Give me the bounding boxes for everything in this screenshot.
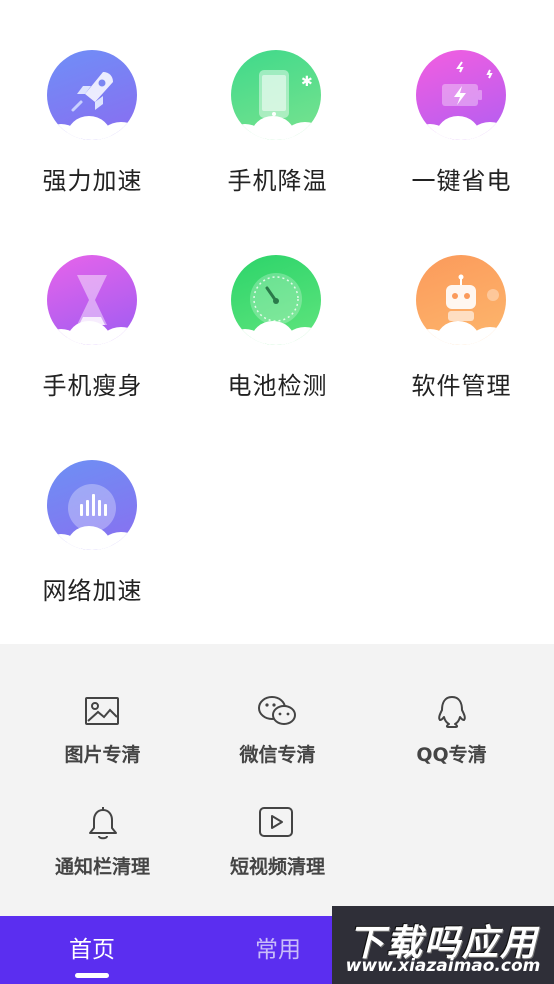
- special-clean-tools: 图片专清 微信专清 QQ专清 通知栏清理 短视频清理: [0, 644, 554, 916]
- watermark-logo: 下载吗应用 www.xiazaimao.com: [332, 906, 554, 984]
- feature-power-save[interactable]: 一键省电: [369, 0, 554, 205]
- feature-label: 软件管理: [411, 372, 512, 400]
- tool-label: QQ专清: [416, 744, 487, 766]
- tool-label: 通知栏清理: [54, 856, 150, 878]
- feature-label: 网络加速: [42, 577, 143, 605]
- hourglass-icon: [47, 255, 137, 345]
- watermark-url: www.xiazaimao.com: [345, 956, 541, 976]
- tool-image-clean[interactable]: 图片专清: [10, 644, 195, 766]
- tool-short-video-clean[interactable]: 短视频清理: [185, 756, 370, 878]
- robot-icon: [416, 255, 506, 345]
- feature-label: 手机降温: [227, 167, 328, 195]
- qq-icon: [438, 696, 466, 728]
- play-video-icon: [259, 807, 293, 837]
- active-tab-indicator: [75, 973, 109, 978]
- tool-label: 短视频清理: [229, 856, 325, 878]
- feature-label: 电池检测: [227, 372, 328, 400]
- tool-wechat-clean[interactable]: 微信专清: [185, 644, 370, 766]
- feature-grid: 强力加速 ✱ 手机降温 一键省电 手机瘦身 电池检测 软件管理 网络加速: [0, 0, 554, 644]
- rocket-icon: [47, 50, 137, 140]
- feature-battery-check[interactable]: 电池检测: [185, 205, 370, 410]
- image-icon: [85, 697, 119, 725]
- signal-bars-icon: [47, 460, 137, 550]
- tab-common[interactable]: 常用: [226, 916, 330, 984]
- feature-cooling[interactable]: ✱ 手机降温: [185, 0, 370, 205]
- feature-label: 强力加速: [42, 167, 143, 195]
- svg-text:✱: ✱: [301, 74, 313, 90]
- battery-bolt-icon: [416, 50, 506, 140]
- feature-network-boost[interactable]: 网络加速: [0, 410, 185, 615]
- gauge-icon: [231, 255, 321, 345]
- feature-app-manager[interactable]: 软件管理: [369, 205, 554, 410]
- tool-notification-clean[interactable]: 通知栏清理: [10, 756, 195, 878]
- wechat-icon: [258, 696, 296, 725]
- feature-label: 手机瘦身: [42, 372, 143, 400]
- phone-snowflake-icon: ✱: [231, 50, 321, 140]
- feature-slim[interactable]: 手机瘦身: [0, 205, 185, 410]
- tool-qq-clean[interactable]: QQ专清: [359, 644, 544, 766]
- bell-icon: [89, 807, 117, 840]
- feature-label: 一键省电: [411, 167, 512, 195]
- feature-boost[interactable]: 强力加速: [0, 0, 185, 205]
